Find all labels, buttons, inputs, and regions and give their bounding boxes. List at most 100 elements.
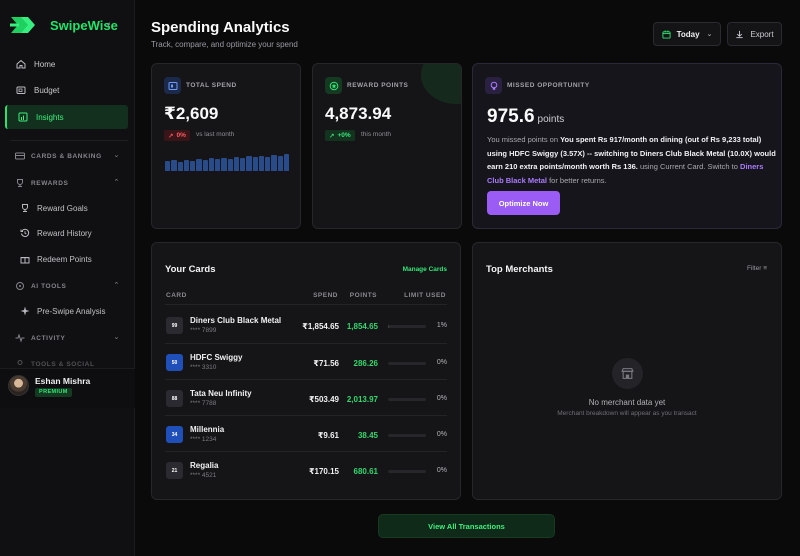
store-icon	[612, 358, 643, 389]
nav-budget-label: Budget	[34, 85, 60, 95]
limit-bar	[388, 470, 426, 473]
chevron-up-icon: ⌃	[113, 179, 120, 186]
missed-text-a: You missed points on	[487, 135, 561, 144]
trend-up-icon: ↗	[329, 132, 335, 140]
nav-insights-label: Insights	[36, 112, 64, 122]
nav-reward-goals-label: Reward Goals	[37, 203, 88, 213]
card-spend: ₹1,854.65	[302, 322, 339, 331]
card-spend: ₹503.49	[308, 395, 339, 404]
nav-home[interactable]: Home	[5, 52, 128, 76]
col-card: CARD	[166, 292, 187, 299]
limit-percent: 1%	[436, 322, 447, 329]
section-ai-tools[interactable]: AI TOOLS ⌃	[15, 279, 120, 293]
top-merchants-panel: Top Merchants Filter ≡ No merchant data …	[472, 242, 782, 500]
missed-label: MISSED OPPORTUNITY	[507, 82, 590, 89]
nav-insights[interactable]: Insights	[5, 105, 128, 129]
sparkline-bar	[258, 155, 264, 171]
card-chip: 21	[166, 462, 183, 479]
table-row[interactable]: 50 HDFC Swiggy **** 3310 ₹71.56 286.26 0…	[152, 343, 460, 379]
total-spend-value: ₹2,609	[164, 104, 219, 123]
nav-budget[interactable]: Budget	[5, 78, 128, 102]
nav-pre-swipe-label: Pre-Swipe Analysis	[37, 306, 106, 316]
card-points: 2,013.97	[346, 395, 378, 404]
export-label: Export	[750, 29, 774, 39]
sparkline-bar	[196, 159, 202, 171]
page-title: Spending Analytics	[151, 19, 290, 36]
limit-percent: 0%	[436, 359, 447, 366]
card-name: Tata Neu Infinity	[190, 389, 252, 398]
missed-points-value: 975.6	[487, 106, 535, 127]
sparkle-icon	[20, 306, 30, 316]
trophy-icon	[15, 178, 25, 188]
your-cards-title: Your Cards	[165, 264, 216, 275]
table-row[interactable]: 88 Tata Neu Infinity **** 7788 ₹503.49 2…	[152, 379, 460, 415]
total-spend-card: TOTAL SPEND ₹2,609 ↗ 0% vs last month	[151, 63, 301, 229]
nav-redeem-points[interactable]: Redeem Points	[20, 250, 125, 268]
export-button[interactable]: Export	[727, 22, 782, 46]
card-spend: ₹71.56	[313, 359, 339, 368]
period-select-button[interactable]: Today ⌄	[653, 22, 721, 46]
user-profile[interactable]: Eshan Mishra PREMIUM	[0, 368, 135, 408]
sparkline-bar	[277, 155, 283, 171]
optimize-now-button[interactable]: Optimize Now	[487, 191, 560, 215]
card-points: 286.26	[353, 359, 378, 368]
swipewise-logo-icon	[10, 17, 35, 33]
reward-points-delta: ↗ +0%	[325, 130, 355, 141]
your-cards-panel: Your Cards Manage Cards CARD SPEND POINT…	[151, 242, 461, 500]
sparkline-bar	[233, 156, 239, 171]
brand[interactable]: SwipeWise	[10, 14, 118, 36]
limit-percent: 0%	[436, 431, 447, 438]
total-spend-delta-value: 0%	[176, 132, 186, 139]
lightbulb-icon	[485, 77, 502, 94]
limit-bar	[388, 325, 426, 328]
limit-bar	[388, 362, 426, 365]
section-activity[interactable]: ACTIVITY ⌄	[15, 331, 120, 345]
section-cards-banking[interactable]: CARDS & BANKING ⌄	[15, 149, 120, 163]
sidebar: SwipeWise ‹ Home Budget Insights CARDS &…	[0, 0, 135, 556]
home-icon	[15, 59, 26, 70]
chevron-down-icon: ⌄	[113, 334, 120, 341]
table-row[interactable]: 99 Diners Club Black Metal **** 7899 ₹1,…	[152, 306, 460, 342]
card-number: **** 7899	[190, 327, 217, 334]
card-points: 680.61	[353, 467, 378, 476]
total-spend-delta: ↗ 0%	[164, 130, 190, 141]
sparkline-bar	[177, 162, 183, 171]
section-label: AI TOOLS	[31, 282, 67, 290]
sparkline-bar	[265, 156, 271, 171]
sparkline-bar	[283, 154, 289, 171]
card-number: **** 7788	[190, 400, 217, 407]
divider	[10, 140, 128, 141]
view-all-transactions-button[interactable]: View All Transactions	[378, 514, 555, 538]
card-spend: ₹170.15	[308, 467, 339, 476]
nav-reward-history[interactable]: Reward History	[20, 224, 125, 242]
reward-points-delta-value: +0%	[337, 132, 351, 139]
sparkline-bar	[202, 160, 208, 171]
section-rewards[interactable]: REWARDS ⌃	[15, 176, 120, 190]
section-label: REWARDS	[31, 179, 69, 187]
table-row[interactable]: 21 Regalia **** 4521 ₹170.15 680.61 0%	[152, 451, 460, 487]
missed-text-e: for better returns.	[547, 175, 607, 185]
table-row[interactable]: 34 Millennia **** 1234 ₹9.61 38.45 0%	[152, 415, 460, 451]
manage-cards-link[interactable]: Manage Cards	[403, 266, 447, 273]
avatar	[8, 375, 29, 396]
sparkline-bar	[246, 156, 252, 171]
nav-redeem-points-label: Redeem Points	[37, 254, 92, 264]
collapse-sidebar-icon[interactable]: ‹	[107, 19, 111, 31]
filter-icon: ≡	[763, 265, 767, 272]
card-chip: 34	[166, 426, 183, 443]
calendar-icon	[662, 29, 671, 39]
wallet-icon	[164, 77, 181, 94]
section-label: TOOLS & SOCIAL	[31, 360, 95, 368]
sparkline-bar	[252, 157, 258, 171]
sparkline-bar	[240, 158, 246, 171]
card-number: **** 1234	[190, 436, 217, 443]
activity-icon	[15, 333, 25, 343]
nav-pre-swipe-analysis[interactable]: Pre-Swipe Analysis	[20, 302, 125, 320]
filter-button[interactable]: Filter ≡	[747, 265, 767, 272]
sparkline-bar	[215, 159, 221, 171]
period-label: Today	[676, 29, 700, 39]
chevron-up-icon: ⌃	[113, 282, 120, 289]
missed-text-c: using Current Card. Switch to	[637, 162, 741, 171]
nav-reward-goals[interactable]: Reward Goals	[20, 199, 125, 217]
card-points: 1,854.65	[346, 322, 378, 331]
